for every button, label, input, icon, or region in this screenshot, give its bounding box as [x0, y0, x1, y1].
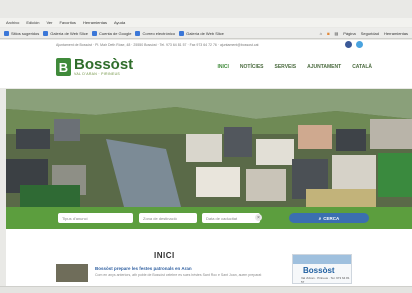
favorite-icon [179, 30, 185, 36]
nav-ajuntament[interactable]: AJUNTAMENT [307, 64, 341, 70]
favorite-1[interactable]: Sitios sugeridos [4, 30, 40, 36]
favorite-icon [91, 30, 97, 36]
favorite-4[interactable]: Correo electrónico [135, 30, 176, 36]
site-logo[interactable]: B Bossòst VAL D'ARAN · PIRINEUS [56, 56, 134, 76]
favorite-label: Correo electrónico [142, 30, 176, 36]
article-title[interactable]: Bossòst prepare les festes patronals en … [95, 266, 192, 271]
tool-herramientas[interactable]: Herramientas [384, 31, 408, 36]
print-icon[interactable]: ▤ [334, 31, 338, 36]
ad-type-placeholder: Tipus d'anunci [62, 215, 88, 221]
browser-tools: ⌂ ◙ ▤ Página Seguridad Herramientas [320, 28, 408, 39]
search-icon: ⌕ [318, 215, 322, 221]
nav-inici[interactable]: INICI [218, 64, 229, 70]
facebook-icon[interactable] [345, 41, 352, 48]
ad-type-select[interactable]: Tipus d'anunci [58, 213, 133, 223]
favorite-icon [43, 30, 49, 36]
tool-pagina[interactable]: Página [343, 31, 355, 36]
menu-archivo[interactable]: Archivo [6, 20, 19, 25]
menu-edicion[interactable]: Edición [26, 20, 39, 25]
article-excerpt: Com en anys anteriors, ath poble de Boss… [95, 273, 262, 277]
article-thumbnail[interactable] [56, 264, 88, 282]
main-content: INICI Bossòst prepare les festes patrona… [6, 229, 412, 286]
main-nav: INICI NOTÍCIES SERVEIS AJUNTAMENT CATALÀ [218, 64, 373, 70]
banner-sky [293, 255, 351, 264]
village-photo [6, 89, 412, 207]
banner-title: Bossòst [303, 266, 335, 275]
menu-ver[interactable]: Ver [46, 20, 52, 25]
logo-mark: B [56, 58, 71, 76]
tool-seguridad[interactable]: Seguridad [361, 31, 379, 36]
menu-herramientas[interactable]: Herramientas [83, 20, 107, 25]
browser-menu-bar: Archivo Edición Ver Favoritos Herramient… [0, 18, 412, 27]
favorite-5[interactable]: Galería de Web Slice [179, 30, 224, 36]
search-bar: Tipus d'anunci Zona de destinació Data d… [6, 207, 412, 229]
twitter-icon[interactable] [356, 41, 363, 48]
rss-icon[interactable]: ◙ [327, 31, 329, 36]
sidebar-banner[interactable]: Bossòst Val d'Aran · Pirineus · Tel. 973… [292, 254, 352, 284]
favorite-3[interactable]: Cuenta de Google [91, 30, 132, 36]
contact-info: Ajuntament de Bossòst · Pl. Mair Deth Rò… [56, 43, 259, 47]
menu-favoritos[interactable]: Favoritos [59, 20, 75, 25]
destination-placeholder: Zona de destinació [143, 215, 177, 221]
expiry-date-placeholder: Data de caducitat [206, 215, 238, 221]
favorite-label: Sitios sugeridos [11, 30, 40, 36]
hero-image [6, 89, 412, 207]
favorite-label: Cuenta de Google [98, 30, 132, 36]
expiry-date-field[interactable]: Data de caducitat [202, 213, 260, 223]
banner-subtitle: Val d'Aran · Pirineus · Tel. 973 64 81 5… [301, 276, 350, 284]
horizontal-scrollbar[interactable] [0, 286, 412, 293]
search-button[interactable]: ⌕ CERCA [289, 213, 369, 223]
search-button-label: CERCA [323, 215, 340, 221]
page-title: INICI [154, 251, 175, 260]
home-icon[interactable]: ⌂ [320, 31, 322, 36]
nav-idioma[interactable]: CATALÀ [352, 64, 372, 70]
favorite-label: Galería de Web Slice [186, 30, 224, 36]
nav-noticies[interactable]: NOTÍCIES [240, 64, 264, 70]
favorite-icon [4, 30, 9, 36]
favorite-2[interactable]: Galería de Web Slice [43, 30, 88, 36]
favorite-icon [135, 30, 141, 36]
clear-icon[interactable]: × [255, 214, 262, 221]
destination-select[interactable]: Zona de destinació [139, 213, 197, 223]
site-header: B Bossòst VAL D'ARAN · PIRINEUS INICI NO… [0, 50, 412, 88]
menu-ayuda[interactable]: Ayuda [114, 20, 125, 25]
nav-serveis[interactable]: SERVEIS [275, 64, 297, 70]
favorite-label: Galería de Web Slice [50, 30, 88, 36]
logo-name: Bossòst [74, 56, 134, 73]
